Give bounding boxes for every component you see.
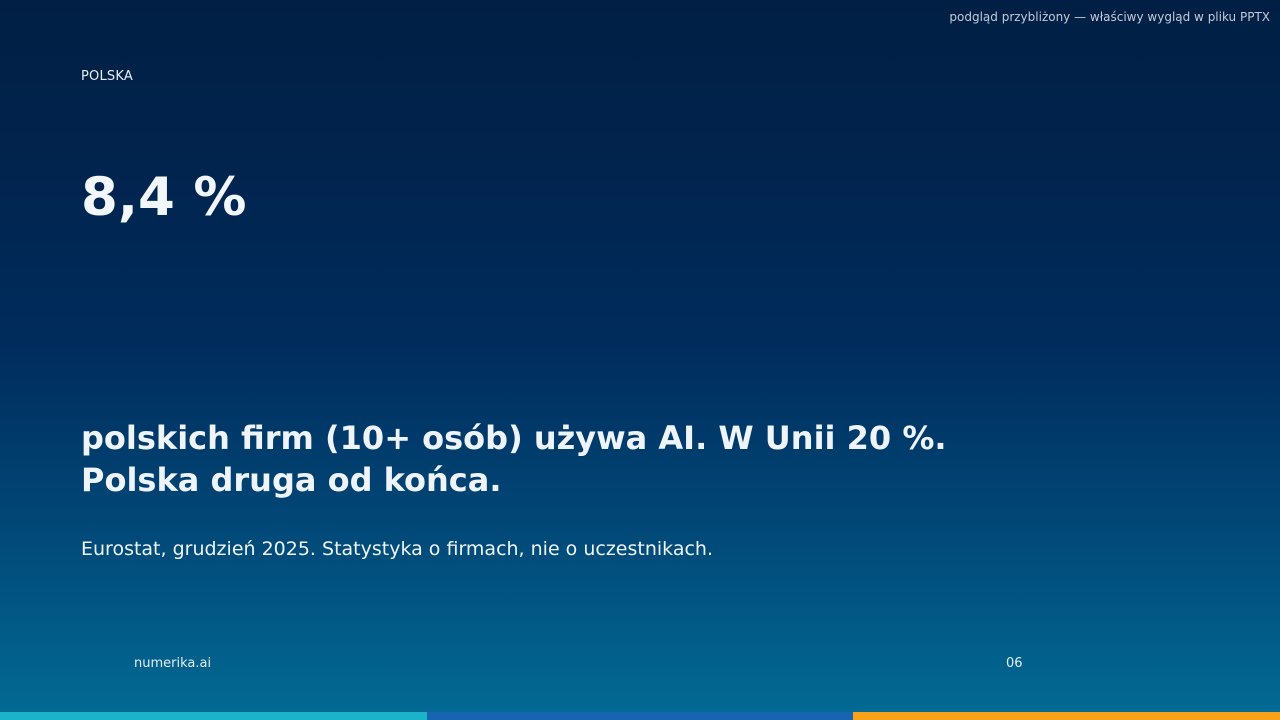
big-number: 8,4 % (81, 167, 247, 228)
headline: polskich firm (10+ osób) używa AI. W Uni… (81, 419, 947, 499)
bar-segment-blue (426, 712, 854, 720)
footer-page-number: 06 (1006, 656, 1023, 671)
bar-segment-orange (853, 712, 1280, 720)
slide-kicker: POLSKA (81, 69, 133, 84)
preview-note: podgląd przybliżony — właściwy wygląd w … (949, 10, 1270, 24)
bottom-color-bar (0, 712, 1280, 720)
bar-segment-teal (0, 712, 427, 720)
footer-brand: numerika.ai (134, 656, 212, 671)
source-note: Eurostat, grudzień 2025. Statystyka o fi… (81, 538, 714, 560)
